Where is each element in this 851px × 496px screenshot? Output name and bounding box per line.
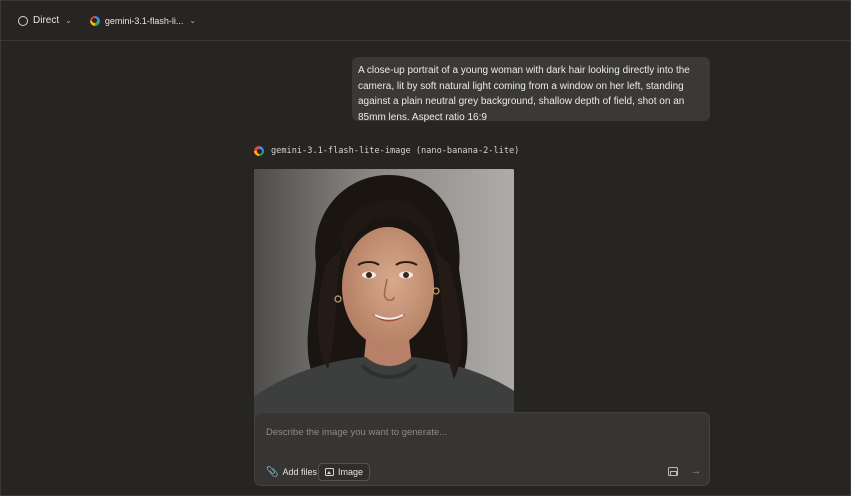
prompt-input[interactable] — [266, 427, 686, 438]
app-window: Direct ⌄ gemini-3.1-flash-li... ⌄ A clos… — [0, 0, 851, 496]
add-files-button[interactable]: 📎 Add files — [260, 463, 323, 481]
chevron-down-icon: ⌄ — [65, 16, 72, 25]
mode-label: Direct — [33, 15, 60, 26]
arrow-right-icon[interactable]: → — [689, 464, 703, 478]
google-g-icon — [89, 15, 100, 26]
portrait-illustration — [254, 169, 514, 419]
generated-image[interactable] — [254, 169, 514, 419]
prompt-composer: 📎 Add files Image → — [254, 412, 710, 486]
model-response-label: gemini-3.1-flash-lite-image (nano-banana… — [271, 146, 520, 156]
image-mode-label: Image — [338, 467, 364, 477]
mode-selector[interactable]: Direct ⌄ — [18, 15, 72, 26]
google-g-icon — [254, 146, 264, 156]
add-files-label: Add files — [282, 467, 317, 477]
image-icon — [325, 468, 334, 476]
aspect-ratio-icon[interactable] — [668, 467, 678, 476]
user-prompt-bubble: A close-up portrait of a young woman wit… — [352, 57, 710, 123]
model-selector[interactable]: gemini-3.1-flash-li... ⌄ — [89, 15, 197, 26]
image-mode-button[interactable]: Image — [318, 463, 371, 481]
top-bar: Direct ⌄ gemini-3.1-flash-li... ⌄ — [1, 1, 850, 41]
paperclip-icon: 📎 — [266, 466, 279, 478]
model-selector-label: gemini-3.1-flash-li... — [104, 15, 184, 26]
chat-bubble-icon — [18, 15, 28, 26]
chevron-down-icon: ⌄ — [189, 16, 197, 25]
model-response-header: gemini-3.1-flash-lite-image (nano-banana… — [254, 146, 519, 156]
